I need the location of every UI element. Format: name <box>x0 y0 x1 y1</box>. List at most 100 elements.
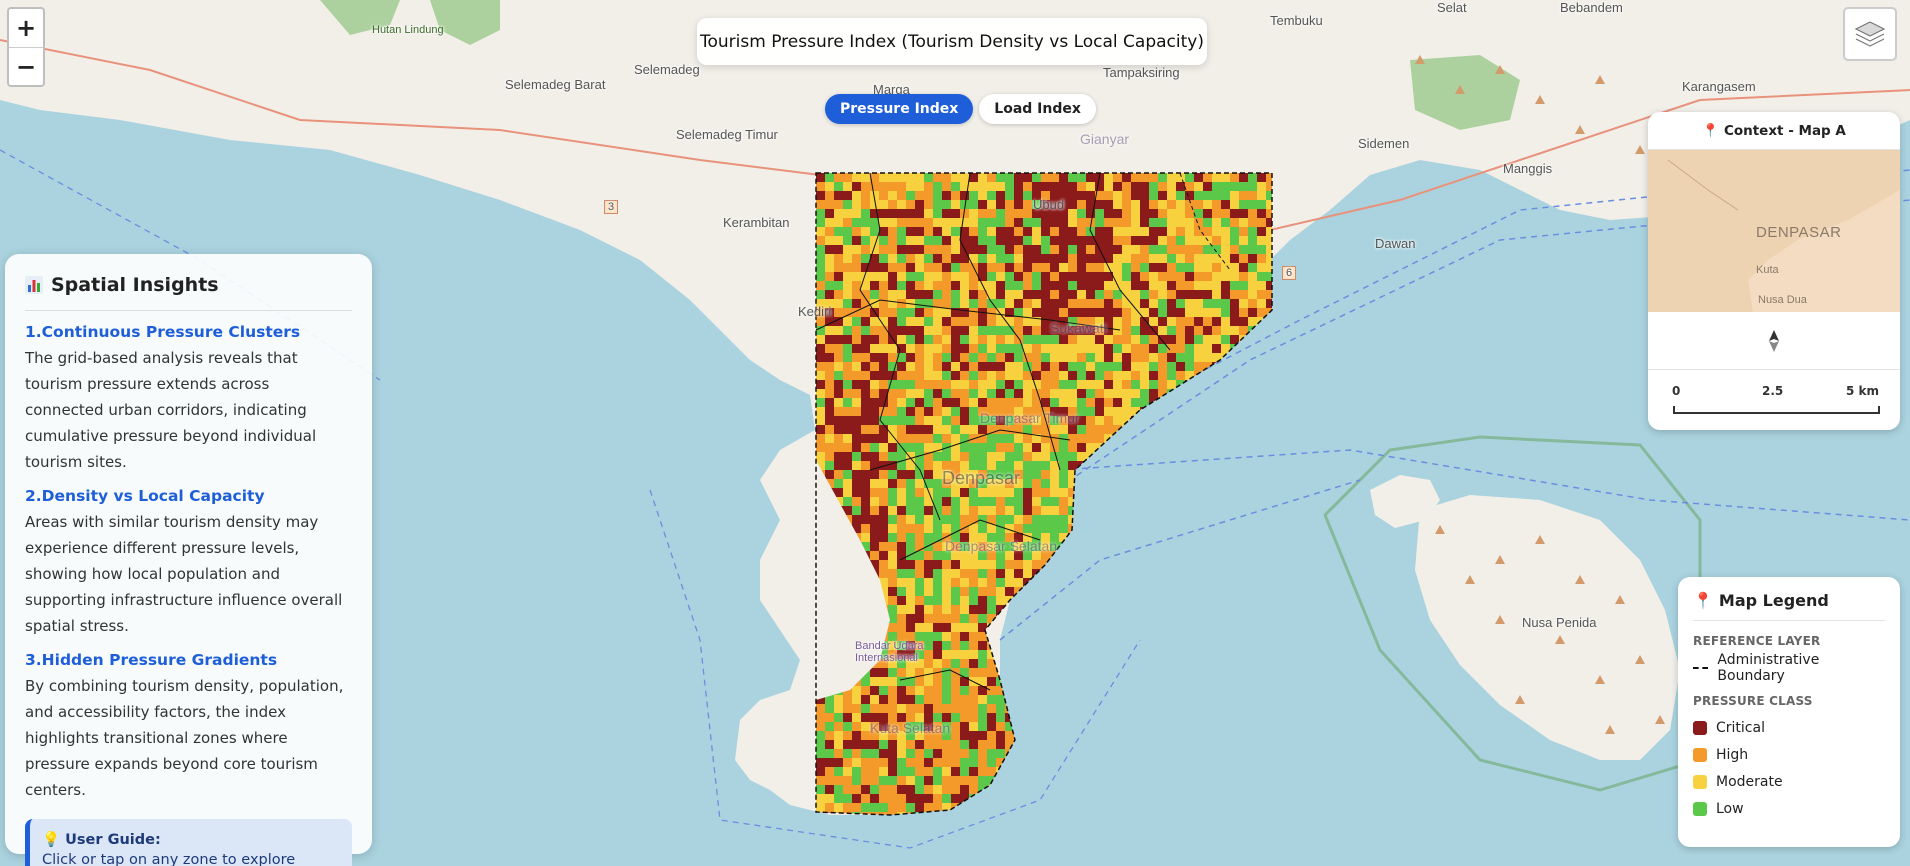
grid-cell[interactable] <box>1077 182 1086 191</box>
grid-cell[interactable] <box>1230 245 1239 254</box>
grid-cell[interactable] <box>1185 731 1194 740</box>
grid-cell[interactable] <box>969 650 978 659</box>
grid-cell[interactable] <box>852 515 861 524</box>
grid-cell[interactable] <box>996 362 1005 371</box>
grid-cell[interactable] <box>1032 659 1041 668</box>
grid-cell[interactable] <box>951 344 960 353</box>
grid-cell[interactable] <box>879 191 888 200</box>
grid-cell[interactable] <box>978 758 987 767</box>
grid-cell[interactable] <box>1248 605 1257 614</box>
grid-cell[interactable] <box>1167 308 1176 317</box>
grid-cell[interactable] <box>1059 281 1068 290</box>
grid-cell[interactable] <box>1068 173 1077 182</box>
grid-cell[interactable] <box>969 461 978 470</box>
grid-cell[interactable] <box>1230 605 1239 614</box>
grid-cell[interactable] <box>1104 560 1113 569</box>
grid-cell[interactable] <box>942 173 951 182</box>
grid-cell[interactable] <box>1113 587 1122 596</box>
grid-cell[interactable] <box>1122 425 1131 434</box>
grid-cell[interactable] <box>843 785 852 794</box>
grid-cell[interactable] <box>1140 740 1149 749</box>
grid-cell[interactable] <box>978 722 987 731</box>
grid-cell[interactable] <box>1140 263 1149 272</box>
grid-cell[interactable] <box>1050 245 1059 254</box>
grid-cell[interactable] <box>1086 515 1095 524</box>
grid-cell[interactable] <box>1248 560 1257 569</box>
grid-cell[interactable] <box>1185 443 1194 452</box>
grid-cell[interactable] <box>1104 218 1113 227</box>
grid-cell[interactable] <box>1032 785 1041 794</box>
grid-cell[interactable] <box>1140 470 1149 479</box>
grid-cell[interactable] <box>978 416 987 425</box>
grid-cell[interactable] <box>969 785 978 794</box>
grid-cell[interactable] <box>906 470 915 479</box>
grid-cell[interactable] <box>1050 749 1059 758</box>
grid-cell[interactable] <box>897 245 906 254</box>
grid-cell[interactable] <box>1014 686 1023 695</box>
grid-cell[interactable] <box>1077 398 1086 407</box>
grid-cell[interactable] <box>1104 641 1113 650</box>
grid-cell[interactable] <box>1095 695 1104 704</box>
grid-cell[interactable] <box>942 470 951 479</box>
grid-cell[interactable] <box>987 209 996 218</box>
grid-cell[interactable] <box>1032 695 1041 704</box>
grid-cell[interactable] <box>1230 722 1239 731</box>
grid-cell[interactable] <box>978 173 987 182</box>
grid-cell[interactable] <box>1248 299 1257 308</box>
grid-cell[interactable] <box>1158 794 1167 803</box>
grid-cell[interactable] <box>906 362 915 371</box>
grid-cell[interactable] <box>1077 659 1086 668</box>
grid-cell[interactable] <box>1122 407 1131 416</box>
grid-cell[interactable] <box>1257 344 1266 353</box>
grid-cell[interactable] <box>933 263 942 272</box>
grid-cell[interactable] <box>1194 398 1203 407</box>
grid-cell[interactable] <box>987 497 996 506</box>
grid-cell[interactable] <box>1194 614 1203 623</box>
grid-cell[interactable] <box>996 740 1005 749</box>
grid-cell[interactable] <box>1185 767 1194 776</box>
grid-cell[interactable] <box>1194 227 1203 236</box>
grid-cell[interactable] <box>852 281 861 290</box>
grid-cell[interactable] <box>1140 434 1149 443</box>
grid-cell[interactable] <box>1194 587 1203 596</box>
grid-cell[interactable] <box>852 272 861 281</box>
grid-cell[interactable] <box>942 767 951 776</box>
grid-cell[interactable] <box>924 704 933 713</box>
grid-cell[interactable] <box>924 209 933 218</box>
grid-cell[interactable] <box>888 695 897 704</box>
grid-cell[interactable] <box>843 758 852 767</box>
grid-cell[interactable] <box>1050 209 1059 218</box>
grid-cell[interactable] <box>852 191 861 200</box>
grid-cell[interactable] <box>1032 677 1041 686</box>
grid-cell[interactable] <box>1185 542 1194 551</box>
grid-cell[interactable] <box>1086 596 1095 605</box>
grid-cell[interactable] <box>1050 722 1059 731</box>
grid-cell[interactable] <box>996 236 1005 245</box>
grid-cell[interactable] <box>960 452 969 461</box>
grid-cell[interactable] <box>1113 641 1122 650</box>
grid-cell[interactable] <box>1221 542 1230 551</box>
grid-cell[interactable] <box>1131 245 1140 254</box>
grid-cell[interactable] <box>1248 281 1257 290</box>
grid-cell[interactable] <box>1095 353 1104 362</box>
grid-cell[interactable] <box>1059 659 1068 668</box>
grid-cell[interactable] <box>1041 704 1050 713</box>
grid-cell[interactable] <box>1221 254 1230 263</box>
grid-cell[interactable] <box>1077 281 1086 290</box>
grid-cell[interactable] <box>1104 308 1113 317</box>
grid-cell[interactable] <box>1104 416 1113 425</box>
grid-cell[interactable] <box>951 488 960 497</box>
grid-cell[interactable] <box>969 569 978 578</box>
grid-cell[interactable] <box>1185 389 1194 398</box>
grid-cell[interactable] <box>1203 533 1212 542</box>
grid-cell[interactable] <box>1194 767 1203 776</box>
grid-cell[interactable] <box>1086 317 1095 326</box>
grid-cell[interactable] <box>825 227 834 236</box>
grid-cell[interactable] <box>924 425 933 434</box>
load-index-button[interactable]: Load Index <box>979 94 1096 124</box>
grid-cell[interactable] <box>1239 767 1248 776</box>
grid-cell[interactable] <box>1005 551 1014 560</box>
grid-cell[interactable] <box>897 542 906 551</box>
grid-cell[interactable] <box>1257 218 1266 227</box>
grid-cell[interactable] <box>1140 317 1149 326</box>
